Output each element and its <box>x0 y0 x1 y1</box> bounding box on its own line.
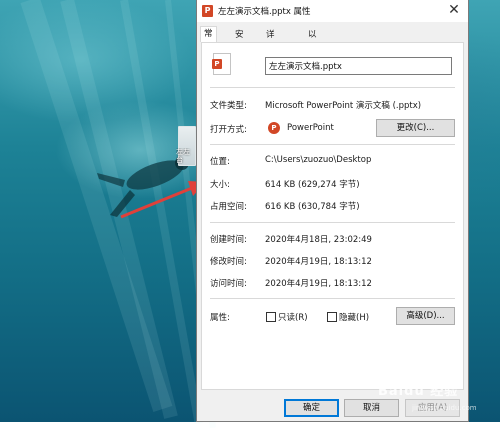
pptx-badge-icon: P <box>212 59 222 69</box>
divider <box>210 144 455 145</box>
properties-dialog: P 左左演示文档.pptx 属性 ✕ 常规 安全 详细信息 以前的版本 P 文件… <box>196 0 469 422</box>
divider <box>210 87 455 88</box>
modified-value: 2020年4月19日, 18:13:12 <box>265 257 372 267</box>
powerpoint-icon: P <box>268 122 280 134</box>
tab-details[interactable]: 详细信息 <box>262 28 279 79</box>
location-value: C:\Users\zuozuo\Desktop <box>265 155 372 165</box>
ok-button[interactable]: 确定 <box>284 399 339 417</box>
location-label: 位置: <box>210 157 230 167</box>
created-label: 创建时间: <box>210 235 247 245</box>
divider <box>210 298 455 299</box>
advanced-button[interactable]: 高级(D)... <box>396 307 455 325</box>
created-value: 2020年4月18日, 23:02:49 <box>265 235 372 245</box>
size-label: 大小: <box>210 180 230 190</box>
watermark-logo: Baidu 经验 <box>378 384 459 399</box>
close-button[interactable]: ✕ <box>442 0 466 22</box>
readonly-label[interactable]: 只读(R) <box>278 311 308 323</box>
filename-input[interactable] <box>265 57 452 75</box>
attributes-label: 属性: <box>210 313 230 323</box>
title-bar[interactable]: P 左左演示文档.pptx 属性 ✕ <box>197 0 468 22</box>
hidden-label[interactable]: 隐藏(H) <box>339 311 369 323</box>
tab-previous-versions[interactable]: 以前的版本 <box>304 28 321 92</box>
pptx-icon: P <box>202 5 213 17</box>
size-on-disk-label: 占用空间: <box>210 202 247 212</box>
tab-security[interactable]: 安全 <box>231 28 248 53</box>
accessed-value: 2020年4月19日, 18:13:12 <box>265 279 372 289</box>
opens-with-label: 打开方式: <box>210 125 247 135</box>
size-on-disk-value: 616 KB (630,784 字节) <box>265 202 360 212</box>
window-title: 左左演示文档.pptx 属性 <box>218 7 311 17</box>
watermark-url: jingyan.baidu.com <box>412 404 477 412</box>
readonly-checkbox[interactable] <box>266 312 276 322</box>
hidden-checkbox[interactable] <box>327 312 337 322</box>
file-type-value: Microsoft PowerPoint 演示文稿 (.pptx) <box>265 101 422 111</box>
opens-with-app: PowerPoint <box>287 123 334 133</box>
change-button[interactable]: 更改(C)... <box>376 119 455 137</box>
modified-label: 修改时间: <box>210 257 247 267</box>
file-icon: P <box>212 53 231 75</box>
accessed-label: 访问时间: <box>210 279 247 289</box>
general-panel: P 文件类型: Microsoft PowerPoint 演示文稿 (.pptx… <box>201 42 464 390</box>
size-value: 614 KB (629,274 字节) <box>265 180 360 190</box>
divider <box>210 222 455 223</box>
file-type-label: 文件类型: <box>210 101 247 111</box>
desktop-file-label: 左左 台 <box>176 148 190 164</box>
tab-general[interactable]: 常规 <box>200 26 217 54</box>
